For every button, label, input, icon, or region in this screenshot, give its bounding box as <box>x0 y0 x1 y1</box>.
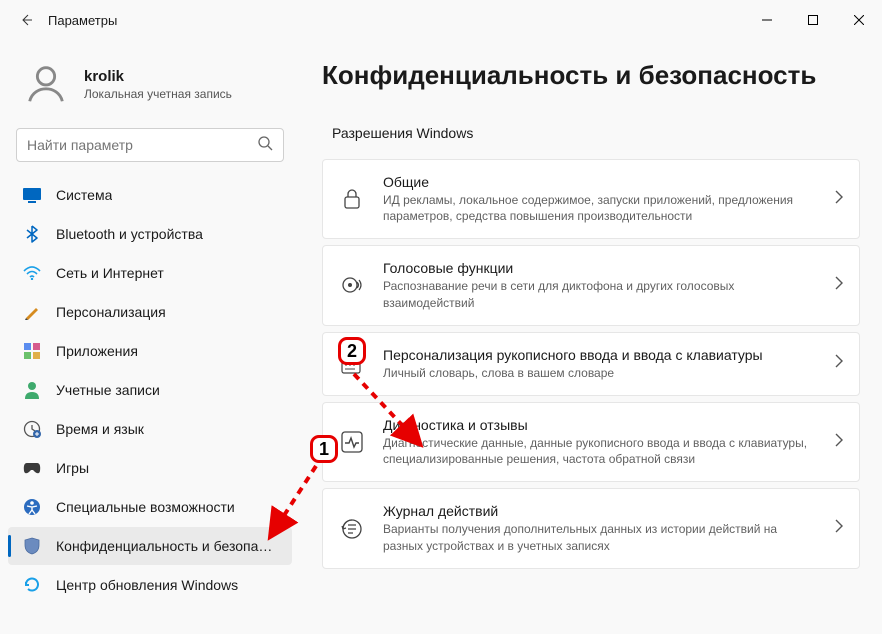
sidebar-item-update[interactable]: Центр обновления Windows <box>8 566 292 604</box>
section-label: Разрешения Windows <box>332 125 860 141</box>
close-button[interactable] <box>836 4 882 36</box>
minimize-icon <box>762 15 772 25</box>
shield-icon <box>22 536 42 556</box>
profile-subtitle: Локальная учетная запись <box>84 87 232 101</box>
sidebar-item-label: Специальные возможности <box>56 499 235 515</box>
card-general[interactable]: Общие ИД рекламы, локальное содержимое, … <box>322 159 860 239</box>
sidebar-item-personalization[interactable]: Персонализация <box>8 293 292 331</box>
bluetooth-icon <box>22 224 42 244</box>
sidebar-item-label: Система <box>56 187 112 203</box>
card-desc: Диагностические данные, данные рукописно… <box>383 435 817 467</box>
sidebar-item-apps[interactable]: Приложения <box>8 332 292 370</box>
card-diagnostics[interactable]: Диагностика и отзывы Диагностические дан… <box>322 402 860 482</box>
card-title: Журнал действий <box>383 503 817 519</box>
card-desc: ИД рекламы, локальное содержимое, запуск… <box>383 192 817 224</box>
chevron-right-icon <box>835 433 843 452</box>
wifi-icon <box>22 263 42 283</box>
display-icon <box>22 185 42 205</box>
card-title: Голосовые функции <box>383 260 817 276</box>
minimize-button[interactable] <box>744 4 790 36</box>
sidebar-item-system[interactable]: Система <box>8 176 292 214</box>
sidebar-item-privacy[interactable]: Конфиденциальность и безопасность <box>8 527 292 565</box>
card-title: Персонализация рукописного ввода и ввода… <box>383 347 817 363</box>
maximize-button[interactable] <box>790 4 836 36</box>
sidebar-item-label: Приложения <box>56 343 138 359</box>
chevron-right-icon <box>835 519 843 538</box>
sidebar-item-label: Учетные записи <box>56 382 160 398</box>
sidebar-nav: Система Bluetooth и устройства Сеть и Ин… <box>8 176 292 604</box>
search-icon <box>257 135 273 156</box>
keyboard-pen-icon <box>339 351 365 377</box>
card-title: Диагностика и отзывы <box>383 417 817 433</box>
sidebar-item-gaming[interactable]: Игры <box>8 449 292 487</box>
speech-icon <box>339 273 365 299</box>
maximize-icon <box>808 15 818 25</box>
sidebar-item-label: Bluetooth и устройства <box>56 226 203 242</box>
sidebar-item-bluetooth[interactable]: Bluetooth и устройства <box>8 215 292 253</box>
paint-icon <box>22 302 42 322</box>
card-desc: Варианты получения дополнительных данных… <box>383 521 817 553</box>
sidebar-item-accessibility[interactable]: Специальные возможности <box>8 488 292 526</box>
sidebar-item-network[interactable]: Сеть и Интернет <box>8 254 292 292</box>
sidebar-item-accounts[interactable]: Учетные записи <box>8 371 292 409</box>
search-box[interactable] <box>16 128 284 162</box>
profile-block[interactable]: krolik Локальная учетная запись <box>8 50 292 128</box>
back-button[interactable] <box>10 4 42 36</box>
sidebar-item-label: Персонализация <box>56 304 166 320</box>
sidebar-item-label: Конфиденциальность и безопасность <box>56 538 278 554</box>
profile-name: krolik <box>84 68 232 85</box>
card-desc: Личный словарь, слова в вашем словаре <box>383 365 817 381</box>
card-speech[interactable]: Голосовые функции Распознавание речи в с… <box>322 245 860 325</box>
lock-icon <box>339 186 365 212</box>
sidebar-item-label: Время и язык <box>56 421 144 437</box>
card-title: Общие <box>383 174 817 190</box>
person-icon <box>23 61 69 107</box>
card-desc: Распознавание речи в сети для диктофона … <box>383 278 817 310</box>
sidebar-item-label: Сеть и Интернет <box>56 265 164 281</box>
window-title: Параметры <box>48 13 117 28</box>
chevron-right-icon <box>835 276 843 295</box>
sidebar-item-time[interactable]: Время и язык <box>8 410 292 448</box>
avatar <box>22 60 70 108</box>
chevron-right-icon <box>835 190 843 209</box>
activity-icon <box>339 429 365 455</box>
card-inking[interactable]: Персонализация рукописного ввода и ввода… <box>322 332 860 396</box>
back-arrow-icon <box>18 12 34 28</box>
sidebar-item-label: Игры <box>56 460 89 476</box>
sidebar: krolik Локальная учетная запись Система … <box>0 40 300 634</box>
close-icon <box>854 15 864 25</box>
accessibility-icon <box>22 497 42 517</box>
clock-icon <box>22 419 42 439</box>
titlebar: Параметры <box>0 0 882 40</box>
account-icon <box>22 380 42 400</box>
page-title: Конфиденциальность и безопасность <box>322 60 860 91</box>
gaming-icon <box>22 458 42 478</box>
history-icon <box>339 516 365 542</box>
main-content: Конфиденциальность и безопасность Разреш… <box>300 40 882 634</box>
chevron-right-icon <box>835 354 843 373</box>
sidebar-item-label: Центр обновления Windows <box>56 577 238 593</box>
search-input[interactable] <box>27 137 257 153</box>
apps-icon <box>22 341 42 361</box>
update-icon <box>22 575 42 595</box>
card-activity-history[interactable]: Журнал действий Варианты получения допол… <box>322 488 860 568</box>
